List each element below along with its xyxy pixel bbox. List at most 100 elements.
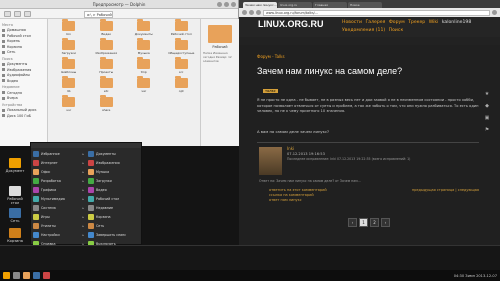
menu-item[interactable]: Недавние [88, 203, 139, 212]
folder-item[interactable]: etc [88, 76, 126, 93]
url-input[interactable]: www.linux.org.ru/forum/talks/... [263, 9, 490, 16]
launcher-icon[interactable] [3, 272, 10, 279]
clock[interactable]: 04:30 Зимн 2013-12-07 [454, 274, 497, 278]
menu-item[interactable]: Разработка ▸ [33, 176, 84, 185]
folder-item[interactable]: share [88, 95, 126, 112]
sidebar-item[interactable]: Сеть [2, 50, 45, 56]
menu-item[interactable]: Изображения [88, 158, 139, 167]
menu-item[interactable]: Офис ▸ [33, 167, 84, 176]
menu-item[interactable]: Рабочий стол [88, 194, 139, 203]
page-button[interactable]: › [381, 218, 390, 227]
folder-item[interactable]: lib [50, 76, 88, 93]
menu-item[interactable]: Завершить сеанс [88, 230, 139, 239]
nav-news[interactable]: Новости [342, 20, 362, 25]
menu-item[interactable]: Мультимедиа ▸ [33, 194, 84, 203]
menu-item[interactable]: Сеть [88, 221, 139, 230]
media-icon[interactable] [43, 272, 50, 279]
folder-item[interactable]: usr [50, 95, 88, 112]
forward-icon[interactable] [249, 10, 254, 15]
menu-item[interactable]: Видео [88, 185, 139, 194]
menu-item[interactable]: Музыка [88, 167, 139, 176]
folder-icon [174, 76, 188, 88]
up-icon[interactable] [24, 10, 31, 17]
nav-search[interactable]: Поиск [389, 28, 404, 33]
folder-item[interactable]: Проекты [88, 57, 126, 74]
comment-author[interactable]: Inki [287, 146, 294, 151]
folder-item[interactable]: Загрузки [50, 38, 88, 55]
folder-item[interactable]: var [125, 76, 163, 93]
maximize-icon[interactable] [224, 2, 229, 7]
share-icon[interactable]: ▣ [484, 115, 490, 121]
folder-item[interactable]: Видео [88, 19, 126, 36]
network-icon [9, 208, 21, 218]
nav-wiki[interactable]: Wiki [429, 20, 439, 25]
menu-item[interactable]: Настройки ▸ [33, 230, 84, 239]
close-icon[interactable] [231, 2, 236, 7]
topic-tag[interactable]: толкс [263, 89, 278, 93]
bookmark-icon[interactable]: ◆ [484, 103, 490, 109]
folder-item[interactable]: Музыка [125, 38, 163, 55]
menu-item-icon [88, 186, 94, 193]
chevron-right-icon: ▸ [82, 205, 84, 210]
browser-icon[interactable] [33, 272, 40, 279]
sidebar-item[interactable]: Вчера [2, 96, 45, 102]
forward-icon[interactable] [14, 10, 21, 17]
page-button[interactable]: 2 [370, 218, 379, 227]
desktop-icon[interactable]: Сеть [3, 208, 27, 223]
folder-item[interactable]: src [163, 57, 201, 74]
chevron-right-icon: ▸ [82, 178, 84, 183]
nav-forum[interactable]: Форум [389, 20, 405, 25]
menu-item[interactable]: Графика ▸ [33, 185, 84, 194]
menu-item-icon [33, 231, 39, 238]
back-icon[interactable] [4, 10, 11, 17]
breadcrumb[interactable]: Форум - Talks [257, 54, 285, 59]
menu-item[interactable]: Избранное ▸ [33, 149, 84, 158]
nav-gallery[interactable]: Галерея [365, 20, 385, 25]
browser-tab[interactable]: Новое [348, 2, 382, 8]
file-manager-titlebar[interactable]: Предпросмотр — Dolphin [0, 0, 238, 9]
folder-item[interactable]: Документы [125, 19, 163, 36]
folder-item[interactable]: opt [163, 76, 201, 93]
desktop-icon[interactable]: Корзина [3, 228, 27, 243]
reload-icon[interactable] [256, 10, 261, 15]
nav-notifications[interactable]: Уведомления (11) [342, 28, 385, 33]
menu-item[interactable]: Документы [88, 149, 139, 158]
page-button[interactable]: ‹ [348, 218, 357, 227]
site-logo[interactable]: LINUX.ORG.RU [258, 19, 324, 29]
menu-item[interactable]: Утилиты ▸ [33, 221, 84, 230]
menu-item[interactable]: Корзина [88, 212, 139, 221]
menu-item[interactable]: Загрузки [88, 176, 139, 185]
page-nav-link[interactable]: предыдущая страница | следующая [412, 188, 479, 192]
minimize-icon[interactable] [217, 2, 222, 7]
taskbar-app-icon[interactable] [13, 272, 20, 279]
user-name[interactable]: kalonline198 [442, 20, 471, 25]
browser-tab[interactable]: linux.org.ru [278, 2, 312, 8]
menu-item[interactable]: Интернет ▸ [33, 158, 84, 167]
folder-item[interactable]: Шаблоны [50, 57, 88, 74]
folder-item[interactable]: bin [50, 19, 88, 36]
star-icon[interactable]: ★ [484, 91, 490, 97]
sidebar-item[interactable]: Диск 100 ГиБ [2, 113, 45, 119]
related-link[interactable]: ответ нам линукс [269, 198, 359, 203]
path-bar[interactable]: a:\ > Рабочий [84, 10, 113, 18]
page-button[interactable]: 1 [359, 218, 368, 227]
nav-tracker[interactable]: Трекер [408, 20, 425, 25]
menu-item[interactable]: Система ▸ [33, 203, 84, 212]
browser-tab[interactable]: Главная [313, 2, 347, 8]
sidebar-item[interactable]: Видео [2, 78, 45, 84]
desktop-icon[interactable]: Рабочий стол [3, 186, 27, 205]
menu-item-icon [88, 222, 94, 229]
menu-item-label: Утилиты [41, 223, 56, 228]
back-icon[interactable] [242, 10, 247, 15]
folder-item[interactable]: tmp [125, 57, 163, 74]
folder-icon[interactable] [23, 272, 30, 279]
menu-icon[interactable] [492, 10, 497, 15]
flag-icon[interactable]: ⚑ [484, 127, 490, 133]
folder-item[interactable]: Общедоступные [163, 38, 201, 55]
folder-item[interactable]: Изображения [88, 38, 126, 55]
browser-tab[interactable]: Зачем нам линукс... [243, 2, 277, 8]
folder-item[interactable]: Рабочий стол [163, 19, 201, 36]
menu-item-icon [88, 159, 94, 166]
menu-item[interactable]: Игры ▸ [33, 212, 84, 221]
desktop-icon[interactable]: Документ [3, 158, 27, 173]
